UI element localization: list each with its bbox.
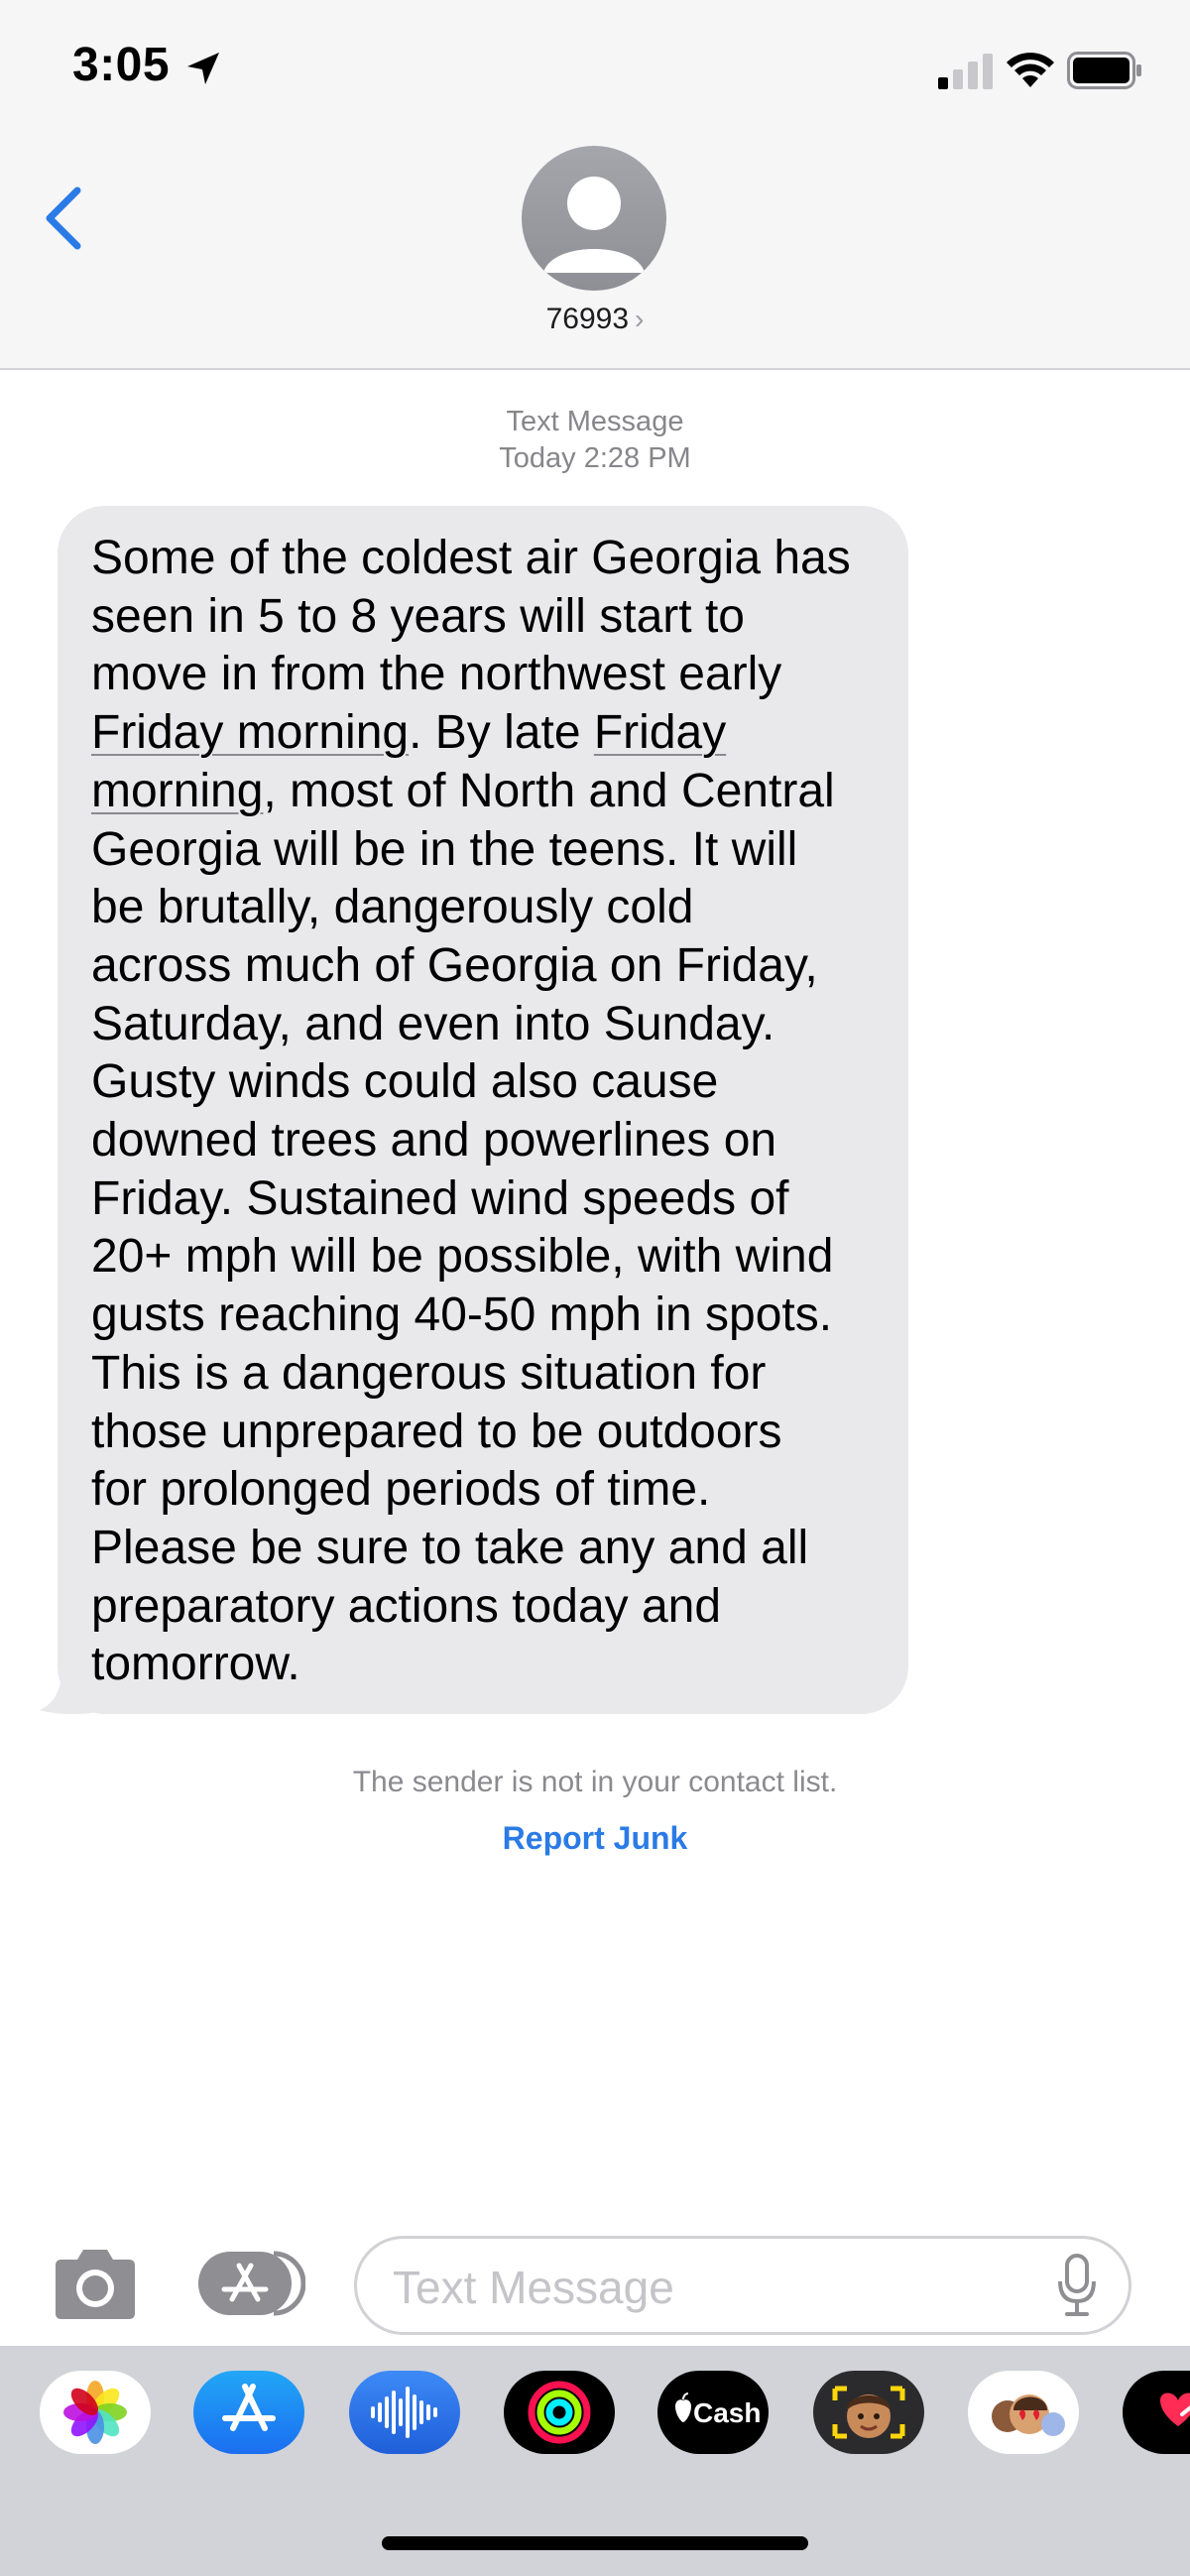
- status-time: 3:05: [72, 39, 171, 91]
- wifi-icon: [1007, 53, 1054, 87]
- message-type-label: Text Message: [506, 406, 684, 437]
- battery-icon: [1067, 52, 1141, 89]
- photos-app-icon[interactable]: [40, 2371, 151, 2454]
- message-line: Some of the coldest air Georgia has: [91, 532, 851, 584]
- message-line: Friday morning. By late Friday: [91, 706, 727, 760]
- message-line: Georgia will be in the teens. It will: [91, 822, 798, 876]
- message-input-placeholder: Text Message: [393, 2262, 674, 2313]
- message-line: Gusty winds could also cause: [91, 1055, 719, 1109]
- message-line: morning, most of North and Central: [91, 764, 835, 817]
- chevron-right-icon: ›: [635, 304, 645, 334]
- microphone-icon[interactable]: [1057, 2254, 1097, 2317]
- memoji-stickers-app-icon[interactable]: [968, 2371, 1079, 2454]
- message-line: tomorrow.: [91, 1638, 300, 1691]
- contact-name[interactable]: 76993 ›: [476, 303, 714, 336]
- message-line: be brutally, dangerously cold: [91, 881, 694, 934]
- cellular-signal-icon: [938, 54, 993, 89]
- apple-cash-label: Cash: [693, 2397, 761, 2428]
- report-junk-link[interactable]: Report Junk: [0, 1820, 1190, 1857]
- message-line: downed trees and powerlines on: [91, 1114, 777, 1167]
- message-line: Saturday, and even into Sunday.: [91, 997, 775, 1050]
- memoji-app-icon[interactable]: [813, 2371, 924, 2454]
- camera-icon[interactable]: [48, 2244, 143, 2323]
- message-line: seen in 5 to 8 years will start to: [91, 589, 745, 643]
- app-store-apps-icon[interactable]: [196, 2250, 305, 2317]
- message-line: preparatory actions today and: [91, 1579, 722, 1633]
- date-link[interactable]: Friday morning: [91, 706, 409, 759]
- apple-cash-app-icon[interactable]: Cash: [657, 2371, 769, 2454]
- message-bubble[interactable]: Some of the coldest air Georgia has seen…: [58, 506, 908, 1714]
- message-line: gusts reaching 40-50 mph in spots.: [91, 1288, 833, 1342]
- message-line: across much of Georgia on Friday,: [91, 938, 818, 992]
- app-store-app-icon[interactable]: [193, 2371, 304, 2454]
- message-timestamp: Today 2:28 PM: [499, 442, 691, 474]
- unknown-sender-notice: The sender is not in your contact list.: [352, 1766, 838, 1798]
- location-arrow-icon: [187, 53, 219, 84]
- contact-avatar-icon: [543, 177, 645, 273]
- message-line: 20+ mph will be possible, with wind: [91, 1230, 834, 1284]
- message-input[interactable]: Text Message: [354, 2236, 1131, 2335]
- home-indicator[interactable]: [382, 2536, 808, 2550]
- contact-number: 76993: [545, 303, 630, 335]
- message-line: This is a dangerous situation for: [91, 1346, 767, 1400]
- activity-app-icon[interactable]: [504, 2371, 615, 2454]
- message-text: Some of the coldest air Georgia has seen…: [91, 530, 875, 1694]
- message-line: Please be sure to take any and all: [91, 1521, 809, 1574]
- message-line: move in from the northwest early: [91, 648, 782, 701]
- message-line: those unprepared to be outdoors: [91, 1405, 782, 1458]
- audio-message-app-icon[interactable]: [349, 2371, 460, 2454]
- date-link[interactable]: morning: [91, 765, 263, 817]
- message-line: for prolonged periods of time.: [91, 1463, 711, 1517]
- contact-avatar[interactable]: [522, 146, 666, 291]
- message-line: Friday. Sustained wind speeds of: [91, 1171, 789, 1225]
- back-chevron-icon[interactable]: [40, 183, 89, 254]
- date-link[interactable]: Friday: [594, 706, 726, 759]
